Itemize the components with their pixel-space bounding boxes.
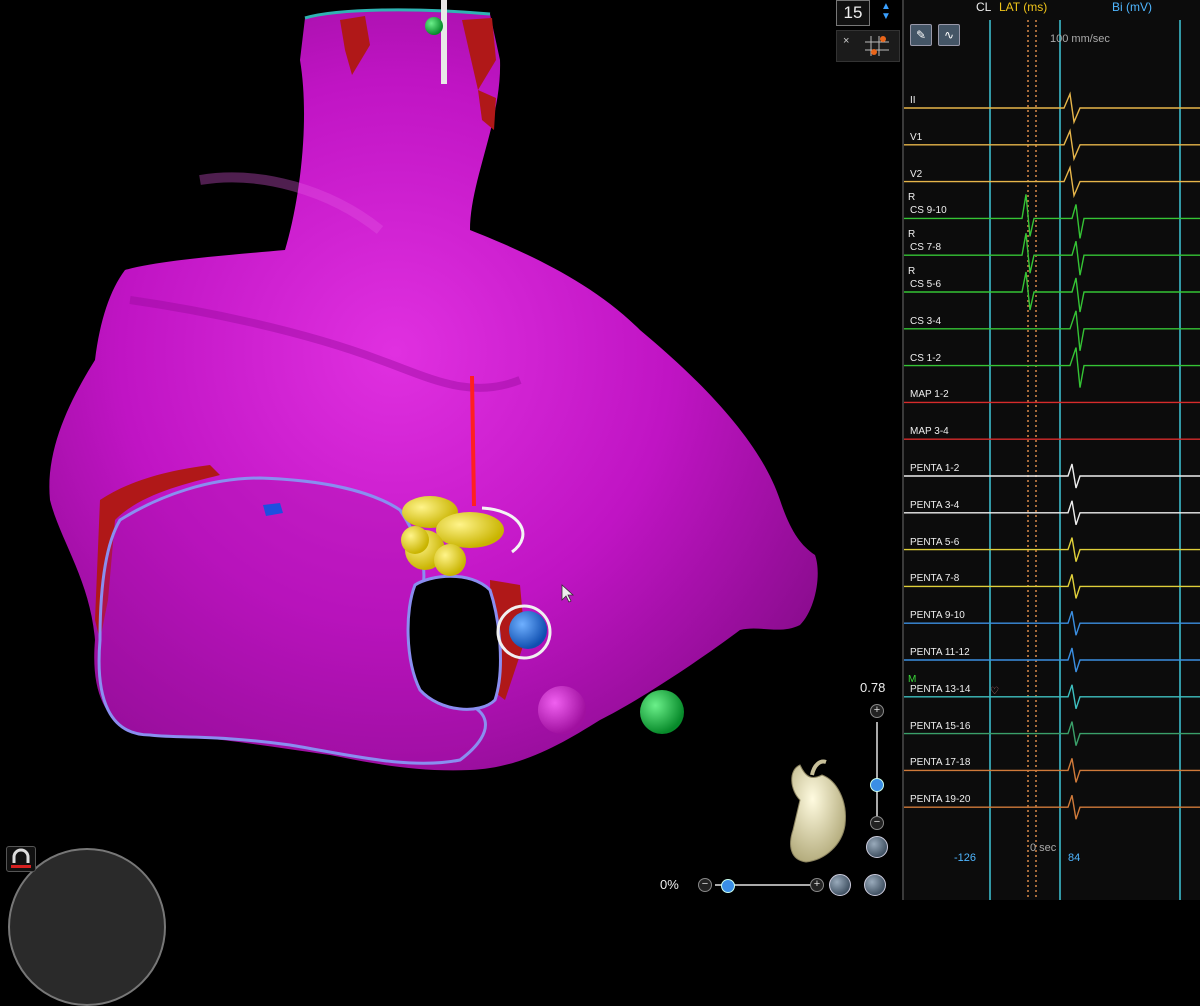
sweep-speed: 100 mm/sec <box>1050 33 1110 45</box>
magnet-icon[interactable] <box>6 846 36 872</box>
reference-marker: R <box>908 192 916 204</box>
opacity-slider-track[interactable] <box>876 722 878 816</box>
channel-label: PENTA 13-14 <box>910 683 971 695</box>
channel-label: PENTA 15-16 <box>910 720 971 732</box>
signal-trace <box>904 165 1200 199</box>
map-3d-viewport[interactable]: 15 ▲ ▼ × 0.78 + − 0% − + <box>0 0 902 1006</box>
m-marker: M <box>908 674 917 685</box>
channel-label: PENTA 5-6 <box>910 536 960 548</box>
catheter-tip <box>509 611 547 649</box>
channel-label: V1 <box>910 131 923 143</box>
time-label: 0 sec <box>1030 842 1057 854</box>
signal-trace <box>904 347 1200 388</box>
signal-trace <box>904 194 1200 239</box>
channel-label: V2 <box>910 168 923 180</box>
heart-view-button[interactable] <box>866 836 888 858</box>
opacity-minus-button[interactable]: − <box>870 816 884 830</box>
heart-orientation-icon[interactable] <box>790 759 846 863</box>
signal-trace <box>904 128 1200 162</box>
bi-header: Bi (mV) <box>1112 0 1152 14</box>
chamber-model[interactable] <box>0 0 902 900</box>
marker-ball-magenta <box>538 686 586 734</box>
zoom-slider-thumb[interactable] <box>721 879 735 893</box>
ablation-lesion <box>434 544 466 576</box>
marker-ball-green <box>640 690 684 734</box>
electrode-marker-green <box>425 17 443 35</box>
channel-label: MAP 1-2 <box>910 389 949 401</box>
window-left-value: -126 <box>954 852 977 864</box>
signal-panel: CL LAT (ms) Bi (mV) ✎ ∿ 100 mm/sec II V1 V… <box>902 0 1200 900</box>
sheath-catheter <box>441 0 447 84</box>
channel-label: PENTA 7-8 <box>910 573 960 585</box>
waveform-icon[interactable]: ∿ <box>938 24 960 46</box>
channel-label: CS 5-6 <box>910 279 942 290</box>
reference-marker: R <box>908 266 916 277</box>
valve-opening <box>406 574 502 711</box>
channel-label: CS 9-10 <box>910 205 947 217</box>
signal-trace <box>904 91 1200 125</box>
channel-label: MAP 3-4 <box>910 426 949 438</box>
channel-label: CS 7-8 <box>910 242 942 254</box>
sphere-view-button[interactable] <box>829 874 851 896</box>
ablation-lesion <box>436 512 504 548</box>
zoom-value: 0% <box>660 877 679 892</box>
channel-label: CS 1-2 <box>910 352 942 364</box>
mapping-catheter-shaft <box>470 375 476 507</box>
window-right-value: 84 <box>1068 852 1081 864</box>
lat-header: LAT (ms) <box>999 0 1048 14</box>
channel-label: PENTA 19-20 <box>910 794 971 806</box>
heart-marker-icon: ♡ <box>990 686 999 697</box>
opacity-slider-thumb[interactable] <box>870 778 884 792</box>
signal-trace <box>904 233 1200 276</box>
chevron-down-icon[interactable]: ▼ <box>879 12 893 22</box>
channel-label: PENTA 9-10 <box>910 610 965 622</box>
channel-label: PENTA 11-12 <box>910 647 970 658</box>
channel-label: II <box>910 95 916 106</box>
ablation-lesion <box>401 526 429 554</box>
signal-trace <box>904 310 1200 351</box>
grid-points-icon[interactable] <box>865 34 893 58</box>
mini-tool-panel: × <box>836 30 900 62</box>
opacity-plus-button[interactable]: + <box>870 704 884 718</box>
wrench-icon[interactable]: ✎ <box>910 24 932 46</box>
reference-marker: R <box>908 229 916 241</box>
channel-label: PENTA 17-18 <box>910 757 971 769</box>
rotate-view-button[interactable] <box>864 874 886 896</box>
signal-trace <box>904 271 1200 313</box>
zoom-plus-button[interactable]: + <box>810 878 824 892</box>
channel-label: PENTA 1-2 <box>910 463 960 474</box>
channel-label: PENTA 3-4 <box>910 499 960 511</box>
close-icon[interactable]: × <box>843 35 849 47</box>
segment-counter[interactable]: 15 <box>836 0 870 26</box>
cl-header: CL <box>976 0 992 14</box>
zoom-minus-button[interactable]: − <box>698 878 712 892</box>
channel-label: CS 3-4 <box>910 315 942 327</box>
opacity-value: 0.78 <box>860 680 886 695</box>
